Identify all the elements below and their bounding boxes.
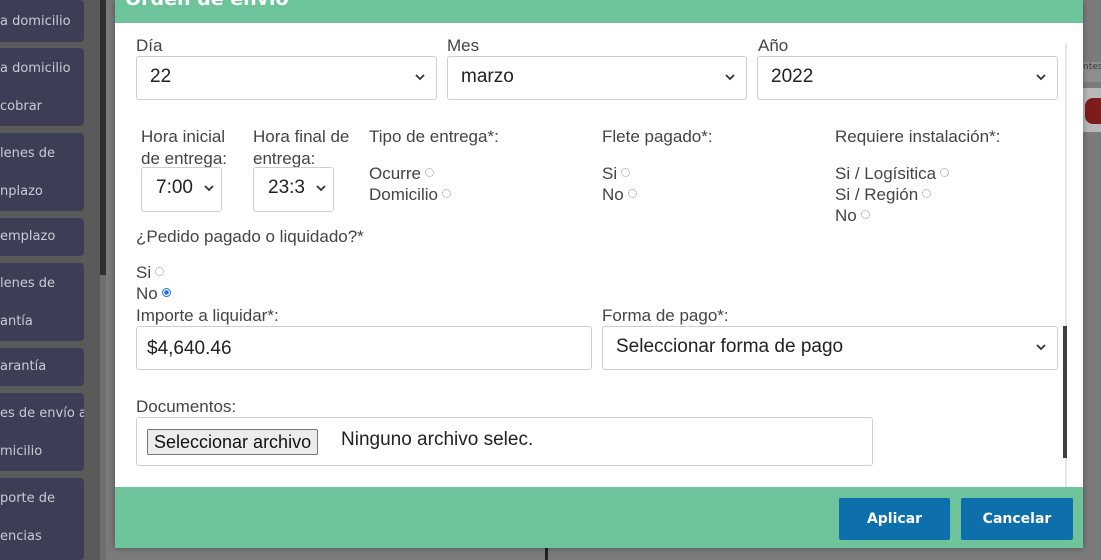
option-label: Domicilio: [369, 185, 438, 204]
day-label: Día: [136, 36, 163, 55]
payment-method-label: Forma de pago*:: [602, 306, 729, 325]
year-label: Año: [758, 36, 789, 55]
sidebar-item-label: antía: [0, 314, 33, 329]
year-select-value: 2022: [771, 66, 814, 87]
end-hour-label: Hora final de: [253, 127, 350, 146]
amount-input[interactable]: $4,640.46: [136, 326, 592, 370]
month-label: Mes: [447, 36, 480, 55]
sidebar-item: porte de encias: [0, 478, 84, 560]
background-sidebar: a domicilio a domicilio cobrar lenes de np…: [0, 0, 100, 560]
installation-option-region[interactable]: Si / Región: [835, 185, 932, 205]
option-label: No: [835, 206, 857, 225]
sidebar-item-label: a domicilio: [0, 14, 71, 29]
radio-domicilio[interactable]: [441, 189, 451, 198]
radio-installation-no[interactable]: [860, 210, 870, 219]
sidebar-item-label: a domicilio: [0, 61, 71, 76]
end-hour-label-line2: entrega:: [253, 149, 316, 168]
radio-installation-logistica[interactable]: [940, 168, 950, 177]
sidebar-item-label: arantía: [0, 359, 47, 374]
radio-order-paid-no[interactable]: [161, 288, 171, 297]
start-hour-label: Hora inicial: [141, 127, 226, 146]
chevron-down-icon: [204, 185, 214, 192]
option-label: No: [136, 284, 158, 303]
file-status: Ninguno archivo selec.: [341, 429, 534, 450]
modal-header: Orden de envío: [115, 0, 1083, 23]
documents-file-input[interactable]: Seleccionar archivo Ninguno archivo sele…: [136, 417, 873, 466]
apply-button[interactable]: Aplicar: [839, 498, 950, 540]
background-tag: ntes: [1083, 62, 1101, 82]
chevron-down-icon: [316, 185, 326, 192]
option-label: Si / Región: [835, 185, 919, 204]
order-paid-option-no[interactable]: No: [136, 284, 171, 304]
sidebar-item: a domicilio: [0, 0, 84, 42]
start-hour-select[interactable]: 7:00: [141, 167, 222, 212]
sidebar-item: es de envío a micilio: [0, 393, 84, 471]
sidebar-item-label: nplazo: [0, 184, 43, 199]
delivery-type-option-ocurre[interactable]: Ocurre: [369, 164, 434, 184]
chevron-down-icon: [1036, 74, 1046, 81]
sidebar-item-label: lenes de: [0, 146, 56, 161]
scrollbar-thumb[interactable]: [1063, 326, 1067, 458]
choose-file-button[interactable]: Seleccionar archivo: [147, 429, 319, 455]
chevron-down-icon: [725, 74, 735, 81]
year-select[interactable]: 2022: [757, 56, 1058, 100]
option-label: No: [602, 185, 624, 204]
freight-paid-label: Flete pagado*:: [602, 127, 713, 146]
end-hour-select[interactable]: 23:3: [253, 167, 334, 212]
chevron-down-icon: [1036, 344, 1046, 351]
order-paid-option-si[interactable]: Si: [136, 263, 165, 283]
option-label: Ocurre: [369, 164, 421, 183]
sidebar-item: emplazo: [0, 218, 84, 256]
radio-order-paid-si[interactable]: [155, 267, 165, 276]
sidebar-item-label: encias: [0, 529, 42, 544]
background-card: [1083, 0, 1101, 560]
day-select-value: 22: [150, 66, 172, 87]
background-badge: [1083, 88, 1101, 132]
installation-option-no[interactable]: No: [835, 206, 870, 226]
day-select[interactable]: 22: [136, 56, 437, 100]
amount-value: $4,640.46: [147, 338, 232, 359]
start-hour-label-line2: de entrega:: [141, 149, 228, 168]
radio-installation-region[interactable]: [922, 189, 932, 198]
start-hour-value: 7:00: [156, 177, 193, 198]
modal-footer: Aplicar Cancelar: [115, 487, 1083, 548]
sidebar-item: a domicilio cobrar: [0, 48, 84, 126]
sidebar-item-label: porte de: [0, 491, 56, 506]
end-hour-value: 23:3: [268, 177, 305, 198]
sidebar-item-label: lenes de: [0, 276, 56, 291]
sidebar-item: lenes de nplazo: [0, 133, 84, 211]
delivery-type-option-domicilio[interactable]: Domicilio: [369, 185, 451, 205]
radio-ocurre[interactable]: [424, 168, 434, 177]
delivery-type-label: Tipo de entrega*:: [369, 127, 499, 146]
payment-method-select[interactable]: Seleccionar forma de pago: [602, 326, 1058, 370]
modal-title: Orden de envío: [125, 0, 289, 10]
order-paid-label: ¿Pedido pagado o liquidado?*: [136, 227, 364, 246]
sidebar-item: lenes de antía: [0, 263, 84, 341]
freight-paid-option-no[interactable]: No: [602, 185, 637, 205]
installation-label: Requiere instalación*:: [835, 127, 1001, 146]
sidebar-item-label: es de envío a: [0, 406, 84, 421]
chevron-down-icon: [415, 74, 425, 81]
sidebar-item-label: emplazo: [0, 229, 56, 244]
month-select-value: marzo: [461, 66, 514, 87]
documents-label: Documentos:: [136, 397, 237, 416]
installation-option-logistica[interactable]: Si / Logísitica: [835, 164, 950, 184]
cancel-button[interactable]: Cancelar: [961, 498, 1073, 540]
radio-freight-si[interactable]: [621, 168, 631, 177]
sidebar-item: arantía: [0, 348, 84, 386]
sidebar-item-label: cobrar: [0, 99, 43, 114]
month-select[interactable]: marzo: [447, 56, 747, 100]
option-label: Si / Logísitica: [835, 164, 937, 183]
sidebar-item-label: micilio: [0, 444, 43, 459]
payment-method-value: Seleccionar forma de pago: [616, 336, 844, 357]
option-label: Si: [602, 164, 618, 183]
radio-freight-no[interactable]: [627, 189, 637, 198]
background-line: [545, 548, 548, 560]
modal-body: Día Mes Año 22 marzo 2022 Hora inicial d…: [115, 23, 1083, 487]
shipping-order-modal: Orden de envío Día Mes Año 22 marzo 2022…: [115, 0, 1083, 548]
amount-label: Importe a liquidar*:: [136, 306, 279, 325]
option-label: Si: [136, 263, 152, 282]
freight-paid-option-si[interactable]: Si: [602, 164, 631, 184]
